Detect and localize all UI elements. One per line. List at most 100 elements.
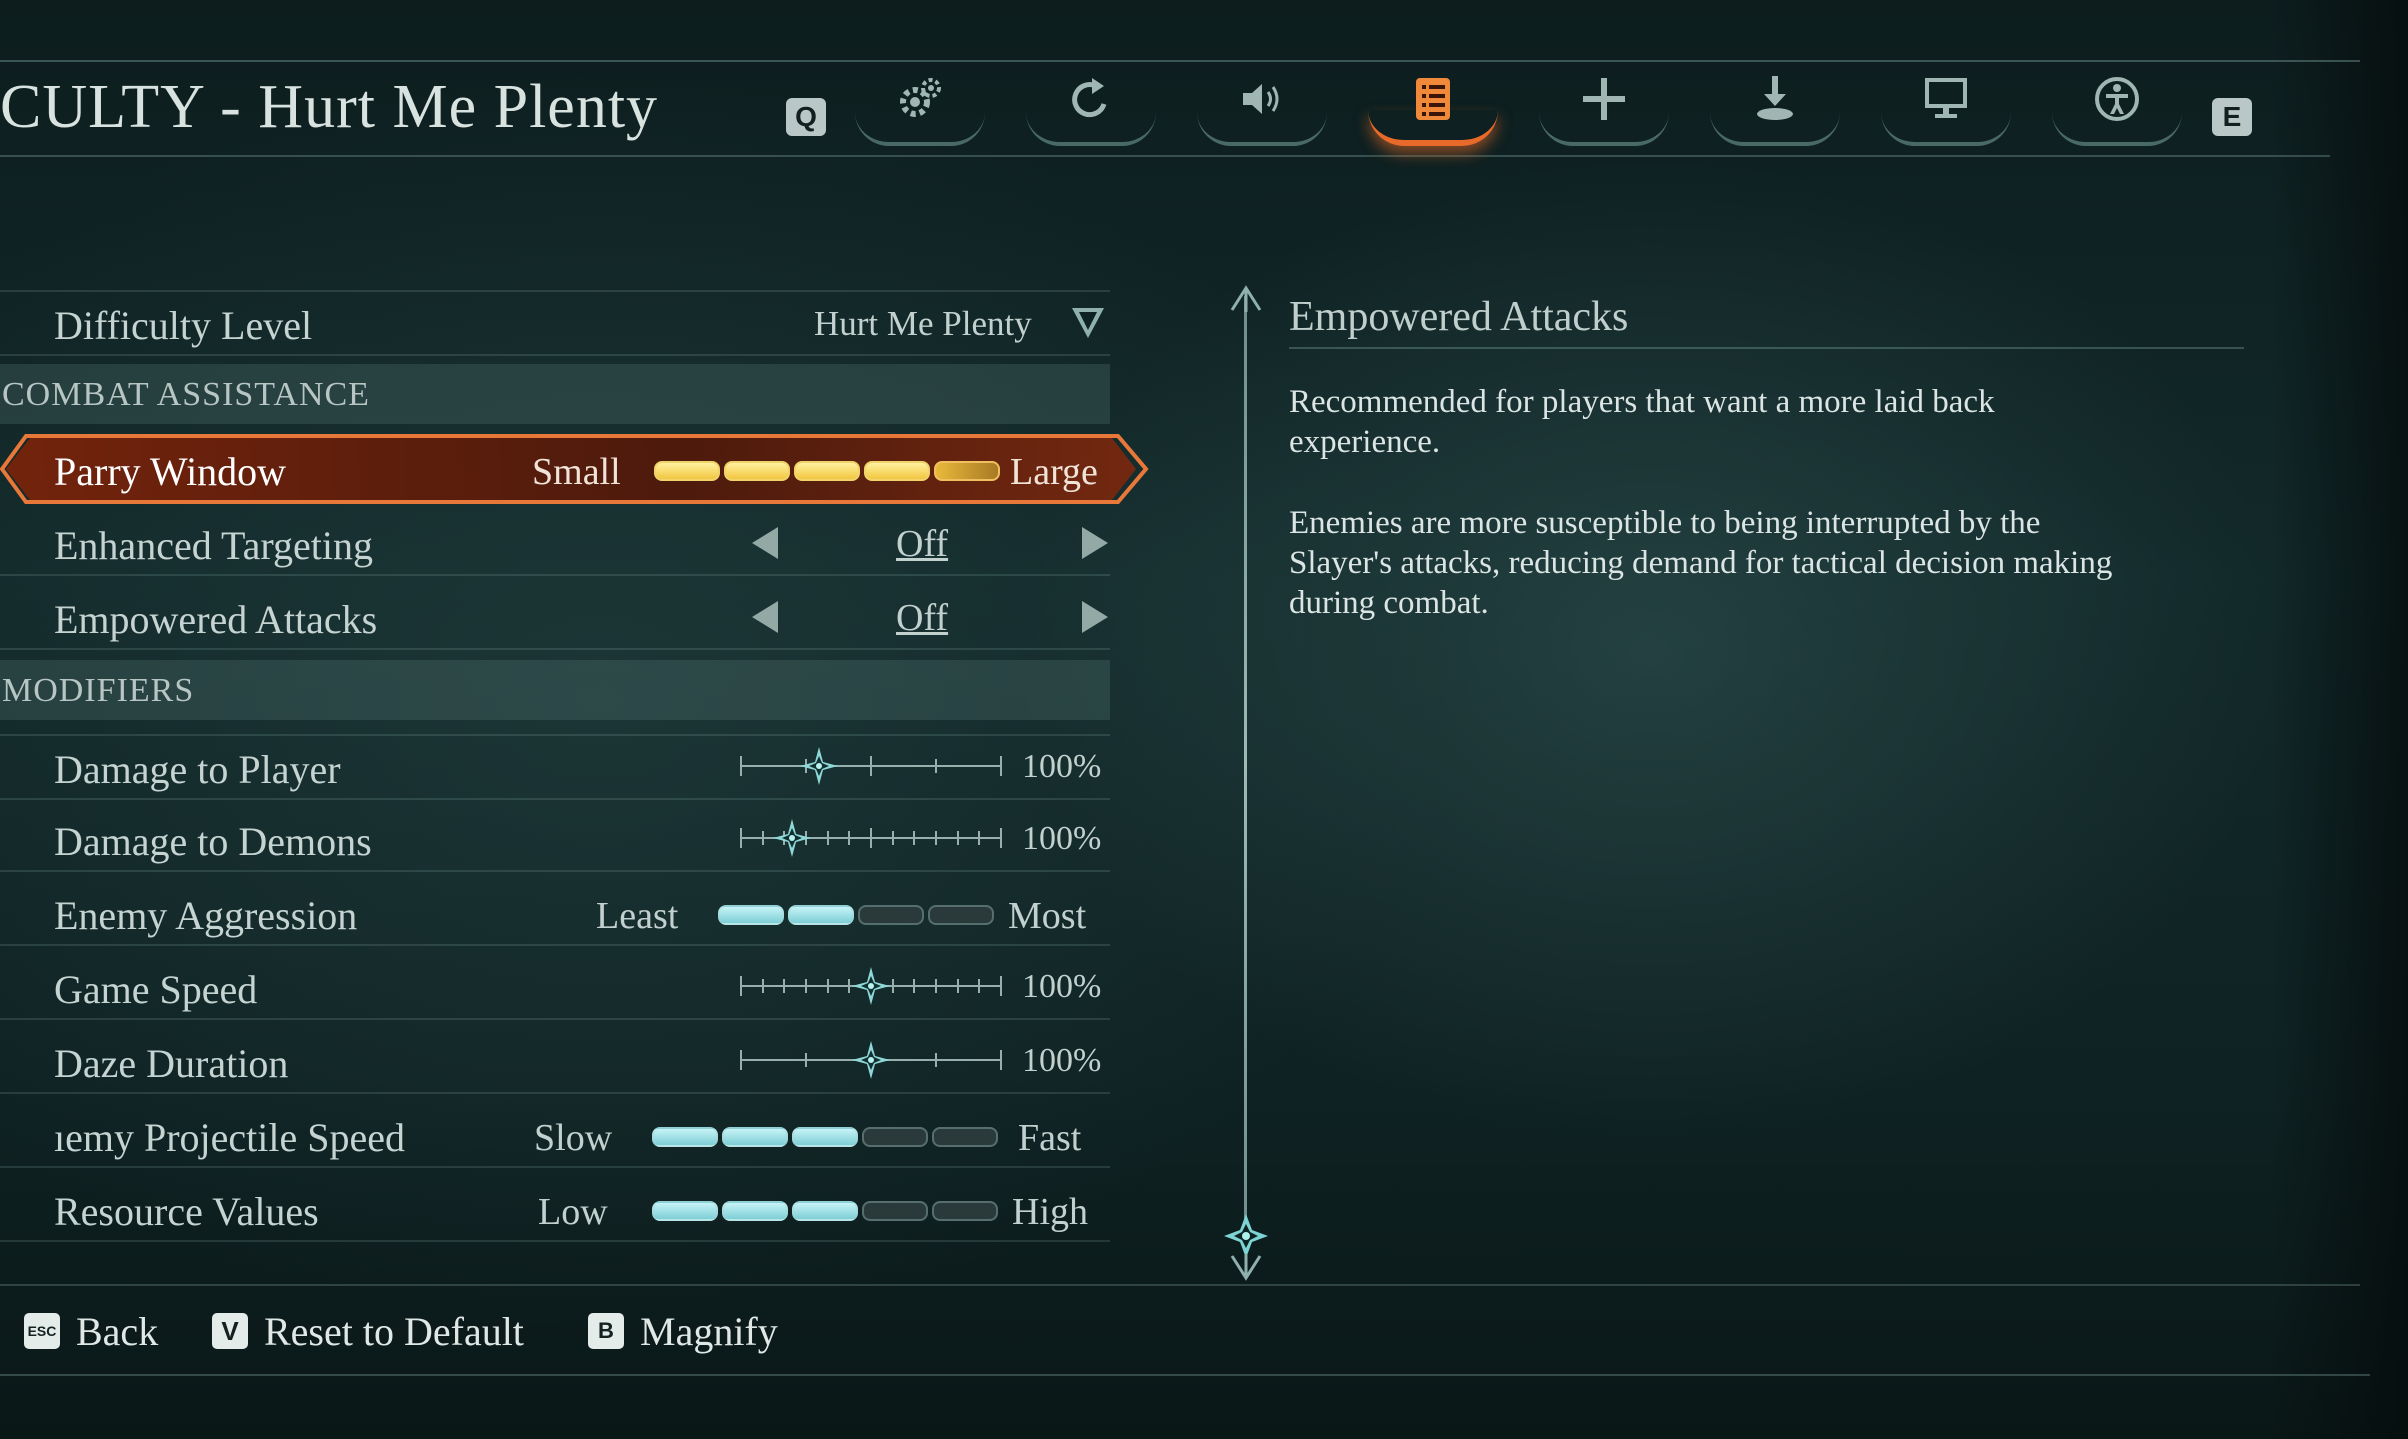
setting-label: Damage to Player [54, 747, 341, 792]
bar-segment [654, 461, 720, 481]
slider-tick [956, 979, 959, 993]
slider-tick [891, 979, 894, 993]
bar-segment [928, 905, 994, 925]
bar-segment [932, 1127, 998, 1147]
slider-value: 100% [1022, 968, 1102, 1005]
bar-segment [934, 461, 1000, 481]
description-paragraph: Enemies are more susceptible to being in… [1289, 505, 2113, 621]
projectile-speed-bar[interactable] [652, 1124, 998, 1147]
footer-bottom-rule [0, 1374, 2370, 1376]
setting-label: ıemy Projectile Speed [54, 1115, 406, 1160]
next-option-arrow-icon[interactable] [1082, 601, 1108, 633]
previous-option-arrow-icon[interactable] [752, 527, 778, 559]
next-tab-key[interactable]: E [2212, 98, 2252, 136]
slider-knob-icon[interactable] [772, 818, 812, 858]
scroll-down-icon[interactable] [1228, 1252, 1264, 1282]
previous-option-arrow-icon[interactable] [752, 601, 778, 633]
setting-daze-duration[interactable]: Daze Duration 100% [0, 1030, 1110, 1094]
esc-key-icon: ESC [24, 1313, 60, 1349]
magnify-button[interactable]: B Magnify [588, 1306, 778, 1356]
setting-label: Game Speed [54, 967, 258, 1012]
slider-tick [740, 1050, 742, 1070]
setting-game-speed[interactable]: Game Speed 100% [0, 956, 1110, 1020]
slider-tick [805, 1053, 807, 1067]
daze-duration-slider[interactable] [740, 1040, 1002, 1080]
setting-empowered-attacks[interactable]: Empowered Attacks Off [0, 586, 1110, 650]
prev-tab-key[interactable]: Q [786, 98, 826, 136]
setting-enemy-projectile-speed[interactable]: ıemy Projectile Speed Slow Fast [0, 1104, 1110, 1168]
slider-tick [848, 831, 851, 845]
slider-tick [1000, 1050, 1002, 1070]
tab-difficulty[interactable] [1368, 70, 1498, 146]
slider-tick [935, 1053, 937, 1067]
bar-min-label: Least [596, 895, 679, 937]
option-value: Off [896, 523, 949, 565]
tab-install[interactable] [1710, 70, 1840, 146]
footer-top-rule [0, 1284, 2360, 1286]
tab-gameplay[interactable] [855, 70, 985, 146]
slider-tick [1000, 756, 1002, 776]
resource-values-bar[interactable] [652, 1198, 998, 1221]
scroll-up-icon[interactable] [1228, 284, 1264, 314]
slider-tick [978, 831, 981, 845]
setting-label: Resource Values [54, 1189, 319, 1234]
slider-knob-icon[interactable] [799, 746, 839, 786]
slider-tick [913, 979, 916, 993]
setting-label: Daze Duration [54, 1041, 289, 1086]
setting-damage-to-demons[interactable]: Damage to Demons 100% [0, 808, 1110, 872]
slider-tick [956, 831, 959, 845]
v-key-icon: V [212, 1313, 248, 1349]
setting-label: Parry Window [54, 449, 287, 494]
description-paragraph: Recommended for players that want a more… [1289, 384, 1995, 460]
bar-segment [862, 1127, 928, 1147]
slider-tick [935, 831, 937, 845]
header-top-rule [0, 60, 2360, 62]
reset-to-default-button[interactable]: V Reset to Default [212, 1306, 524, 1356]
setting-parry-window[interactable]: Parry Window Small Large [0, 438, 1110, 500]
dropdown-triangle-icon[interactable] [1070, 304, 1106, 340]
slider-tick [1000, 976, 1002, 996]
slider-tick [913, 831, 916, 845]
page-title: CULTY - Hurt Me Plenty [0, 73, 659, 141]
tab-hud[interactable] [1539, 70, 1669, 146]
slider-tick [740, 828, 742, 848]
scrollbar-track[interactable] [1244, 296, 1247, 1236]
tab-accessibility[interactable] [2052, 70, 2182, 146]
slider-value: 100% [1022, 820, 1102, 857]
tab-audio[interactable] [1197, 70, 1327, 146]
bar-segment [792, 1127, 858, 1147]
back-button[interactable]: ESC Back [24, 1306, 158, 1356]
bar-min-label: Slow [534, 1117, 613, 1159]
next-option-arrow-icon[interactable] [1082, 527, 1108, 559]
bar-segment [858, 905, 924, 925]
bar-segment [722, 1127, 788, 1147]
setting-difficulty-level[interactable]: Difficulty Level Hurt Me Plenty [0, 290, 1110, 356]
tab-controls[interactable] [1026, 70, 1156, 146]
game-speed-slider[interactable] [740, 966, 1002, 1006]
damage-player-slider[interactable] [740, 746, 1002, 786]
enemy-aggression-bar[interactable] [718, 902, 994, 925]
bar-segment [788, 905, 854, 925]
setting-label: Enemy Aggression [54, 893, 358, 938]
slider-tick [1000, 828, 1002, 848]
slider-tick [935, 979, 937, 993]
slider-tick [761, 979, 764, 993]
bar-min-label: Low [538, 1191, 608, 1233]
setting-enemy-aggression[interactable]: Enemy Aggression Least Most [0, 882, 1110, 946]
slider-tick [978, 979, 981, 993]
setting-label: Enhanced Targeting [54, 523, 373, 568]
slider-knob-icon[interactable] [851, 966, 891, 1006]
setting-damage-to-player[interactable]: Damage to Player 100% [0, 734, 1110, 800]
damage-demons-slider[interactable] [740, 818, 1002, 858]
parry-window-bar[interactable] [654, 458, 1000, 481]
setting-resource-values[interactable]: Resource Values Low High [0, 1178, 1110, 1242]
section-combat-assistance: COMBAT ASSISTANCE [0, 364, 1110, 424]
slider-value: 100% [1022, 1042, 1102, 1079]
slider-knob-icon[interactable] [851, 1040, 891, 1080]
slider-value: 100% [1022, 748, 1102, 785]
setting-enhanced-targeting[interactable]: Enhanced Targeting Off [0, 512, 1110, 576]
bar-segment [864, 461, 930, 481]
tab-display[interactable] [1881, 70, 2011, 146]
b-key-icon: B [588, 1313, 624, 1349]
option-value: Off [896, 597, 949, 639]
